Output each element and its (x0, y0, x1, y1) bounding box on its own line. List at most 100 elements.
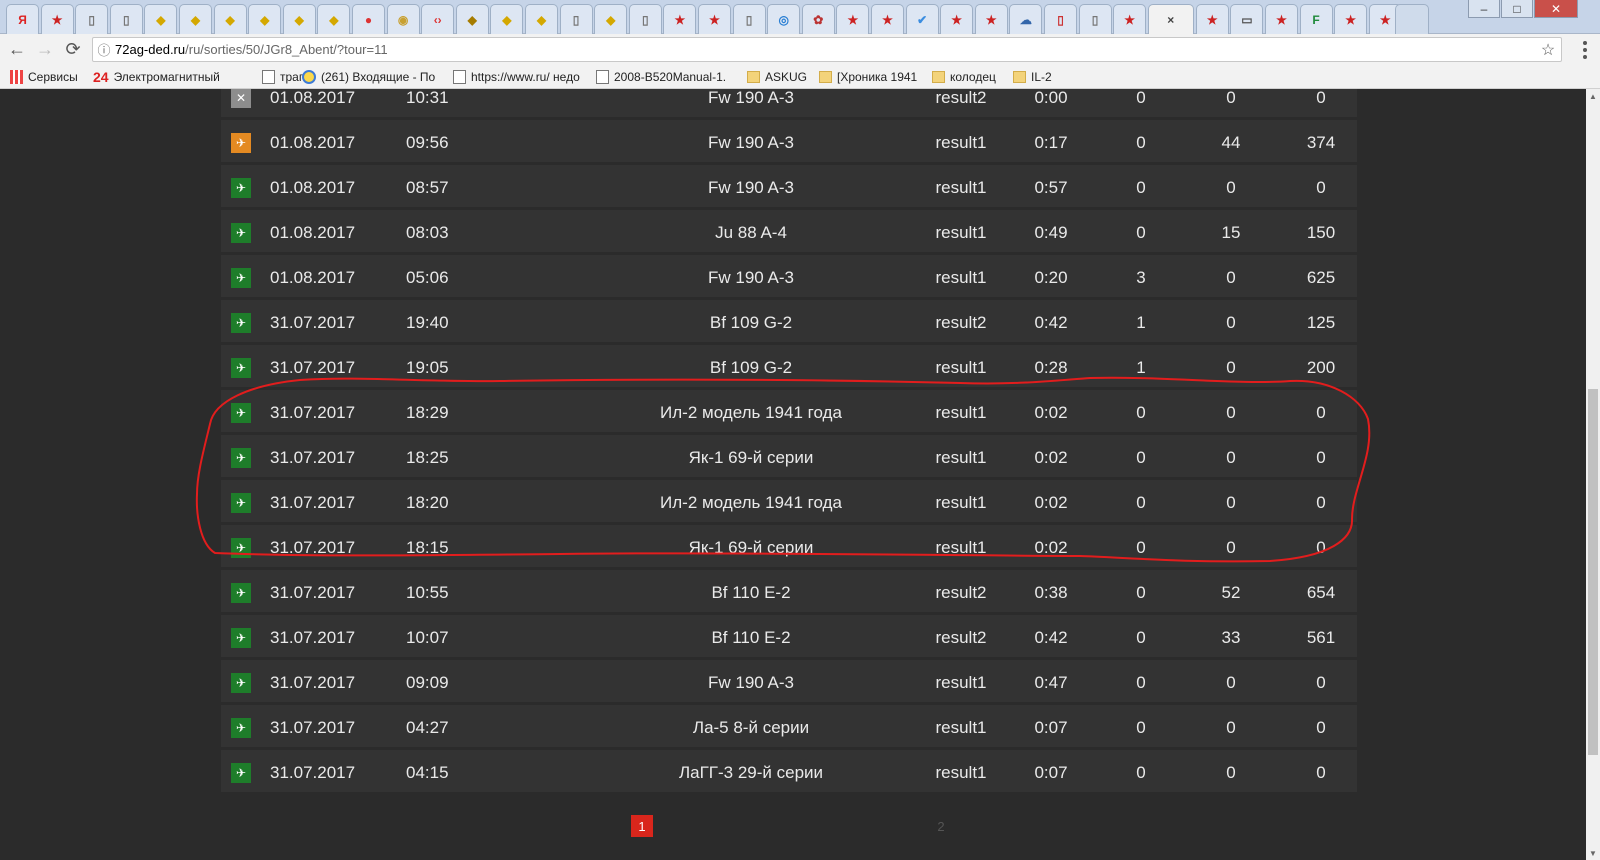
scroll-up-arrow-icon[interactable]: ▲ (1586, 89, 1600, 103)
bookmark-item[interactable]: ASKUG (747, 68, 807, 86)
browser-tab[interactable]: ◆ (248, 4, 282, 34)
table-row[interactable]: ✈ 31.07.2017 09:09 Fw 190 A-3 result1 0:47 0 0 0 (221, 660, 1357, 705)
browser-tab[interactable]: ★ (1195, 4, 1229, 34)
table-row[interactable]: ✈ 01.08.2017 05:06 Fw 190 A-3 result1 0:20 3 0 6… (221, 255, 1357, 300)
table-row[interactable]: ✈ 31.07.2017 10:07 Bf 110 E-2 result2 0:42 0 33… (221, 615, 1357, 660)
browser-tab[interactable]: ▯ (75, 4, 109, 34)
browser-tab[interactable]: ▭ (1230, 4, 1264, 34)
browser-tab[interactable]: ★ (698, 4, 731, 34)
bookmark-item[interactable]: Сервисы (10, 68, 78, 86)
browser-tab[interactable]: ● (352, 4, 385, 34)
close-tab-icon[interactable]: × (1163, 12, 1178, 27)
scroll-down-arrow-icon[interactable]: ▼ (1586, 846, 1600, 860)
bookmark-item[interactable]: колодец (932, 68, 996, 86)
bookmark-item[interactable]: (261) Входящие - По (302, 68, 435, 86)
landed-plane-icon: ✈ (231, 268, 251, 288)
url-text[interactable]: 72ag-ded.ru/ru/sorties/50/JGr8_Abent/?to… (115, 42, 1535, 57)
tab-favicon-icon: ★ (51, 12, 63, 27)
table-row[interactable]: ✈ 01.08.2017 08:03 Ju 88 A-4 result1 0:49 0 15 1… (221, 210, 1357, 255)
browser-tab[interactable]: ◎ (767, 4, 801, 34)
tab-favicon-icon: ▯ (745, 12, 753, 27)
bookmark-item[interactable]: IL-2 (1013, 68, 1052, 86)
browser-tab[interactable]: ▯ (1078, 4, 1112, 34)
browser-tab[interactable]: ▯ (628, 4, 662, 34)
page-2-button[interactable]: 2 (930, 815, 952, 837)
table-row[interactable]: ✈ 31.07.2017 04:15 ЛаГГ-3 29-й серии result1… (221, 750, 1357, 795)
browser-tab[interactable]: ★ (1113, 4, 1147, 34)
table-row[interactable]: ✈ 01.08.2017 08:57 Fw 190 A-3 result1 0:57 0 0 0 (221, 165, 1357, 210)
bookmark-item[interactable]: 2008-B520Manual-1. (596, 68, 726, 86)
landed-plane-icon: ✈ (231, 673, 251, 693)
browser-tab[interactable]: ★ (1265, 4, 1298, 34)
sortie-date: 01.08.2017 (270, 89, 356, 107)
tab-favicon-icon: ★ (1379, 12, 1391, 27)
table-row[interactable]: ✈ 31.07.2017 04:27 Ла-5 8-й серии result1 0:0… (221, 705, 1357, 750)
scrollbar-thumb[interactable] (1588, 389, 1598, 755)
bookmark-item[interactable]: 24 Электромагнитный (93, 68, 220, 86)
address-bar[interactable]: ⓘ 72ag-ded.ru/ru/sorties/50/JGr8_Abent/?… (92, 37, 1562, 62)
browser-tab[interactable]: ★ (663, 4, 697, 34)
sortie-date: 31.07.2017 (270, 447, 356, 467)
maximize-window-icon[interactable]: □ (1501, 0, 1533, 18)
browser-tab[interactable]: ◆ (455, 4, 489, 34)
tab-favicon-icon: Я (18, 12, 27, 27)
browser-tab[interactable]: ▯ (732, 4, 766, 34)
sortie-time: 18:25 (406, 447, 449, 467)
browser-tab[interactable]: ‹› (421, 4, 455, 34)
browser-tab[interactable]: ▯ (1044, 4, 1077, 34)
table-row[interactable]: ✈ 31.07.2017 18:29 Ил-2 модель 1941 года res… (221, 390, 1357, 435)
table-row[interactable]: ✕ 01.08.2017 10:31 Fw 190 A-3 result2 0:00 0 0 0 (221, 89, 1357, 120)
browser-tab[interactable]: ▯ (559, 4, 593, 34)
browser-tab[interactable]: × (1147, 4, 1194, 34)
bookmark-star-icon[interactable]: ☆ (1535, 40, 1561, 60)
table-row[interactable]: ✈ 01.08.2017 09:56 Fw 190 A-3 result1 0:17 0 44… (221, 120, 1357, 165)
browser-tab[interactable]: ◆ (317, 4, 351, 34)
browser-tab[interactable]: ★ (40, 4, 74, 34)
sortie-stat-c: 0 (1316, 762, 1326, 782)
menu-kebab-icon[interactable] (1576, 37, 1594, 62)
browser-tab[interactable]: ★ (871, 4, 904, 34)
landed-plane-icon: ✈ (231, 223, 251, 243)
tab-favicon-icon: ▯ (572, 12, 580, 27)
browser-tab[interactable]: ✿ (801, 4, 835, 34)
browser-tab[interactable]: ★ (1334, 4, 1368, 34)
browser-tab[interactable]: ◆ (179, 4, 212, 34)
browser-tab[interactable]: ★ (974, 4, 1008, 34)
browser-tab[interactable]: ★ (940, 4, 974, 34)
table-row[interactable]: ✈ 31.07.2017 18:15 Як-1 69-й серии result1 0:… (221, 525, 1357, 570)
tab-favicon-icon: ◆ (190, 12, 201, 27)
table-row[interactable]: ✈ 31.07.2017 19:05 Bf 109 G-2 result1 0:28 1 0 2… (221, 345, 1357, 390)
bookmark-item[interactable]: [Хроника 1941 (819, 68, 917, 86)
table-row[interactable]: ✈ 31.07.2017 19:40 Bf 109 G-2 result2 0:42 1 0 1… (221, 300, 1357, 345)
browser-tab[interactable]: ◆ (490, 4, 524, 34)
table-row[interactable]: ✈ 31.07.2017 18:20 Ил-2 модель 1941 года res… (221, 480, 1357, 525)
browser-tab[interactable]: ◆ (282, 4, 316, 34)
bookmark-item[interactable]: https://www.ru/ недо (453, 68, 580, 86)
page-1-button[interactable]: 1 (631, 815, 653, 837)
table-row[interactable]: ✈ 31.07.2017 18:25 Як-1 69-й серии result1 0:… (221, 435, 1357, 480)
info-icon[interactable]: ⓘ (93, 40, 115, 59)
close-window-icon[interactable]: ✕ (1534, 0, 1578, 18)
table-row[interactable]: ✈ 31.07.2017 10:55 Bf 110 E-2 result2 0:38 0 52… (221, 570, 1357, 615)
browser-tab[interactable]: ▯ (109, 4, 143, 34)
new-tab-button[interactable] (1395, 4, 1429, 34)
browser-tab[interactable]: F (1299, 4, 1333, 34)
minimize-window-icon[interactable]: – (1468, 0, 1500, 18)
browser-tab[interactable]: ★ (836, 4, 870, 34)
tab-favicon-icon: ▯ (1057, 12, 1064, 27)
browser-tab[interactable]: ◆ (144, 4, 178, 34)
vertical-scrollbar[interactable]: ▲ ▼ (1586, 89, 1600, 860)
reload-icon[interactable]: ⟳ (60, 37, 86, 62)
browser-tab[interactable]: ◆ (525, 4, 558, 34)
sortie-time: 04:15 (406, 762, 449, 782)
forward-arrow-icon[interactable]: → (32, 37, 58, 62)
browser-tab[interactable]: Я (6, 4, 39, 34)
browser-tab[interactable]: ◆ (594, 4, 628, 34)
browser-tab[interactable]: ◉ (386, 4, 420, 34)
bookmark-item[interactable]: трап (262, 68, 305, 86)
browser-tab[interactable]: ☁ (1009, 4, 1043, 34)
sortie-time: 09:09 (406, 672, 449, 692)
browser-tab[interactable]: ◆ (213, 4, 247, 34)
browser-tab[interactable]: ✔ (905, 4, 939, 34)
back-arrow-icon[interactable]: ← (4, 37, 30, 62)
